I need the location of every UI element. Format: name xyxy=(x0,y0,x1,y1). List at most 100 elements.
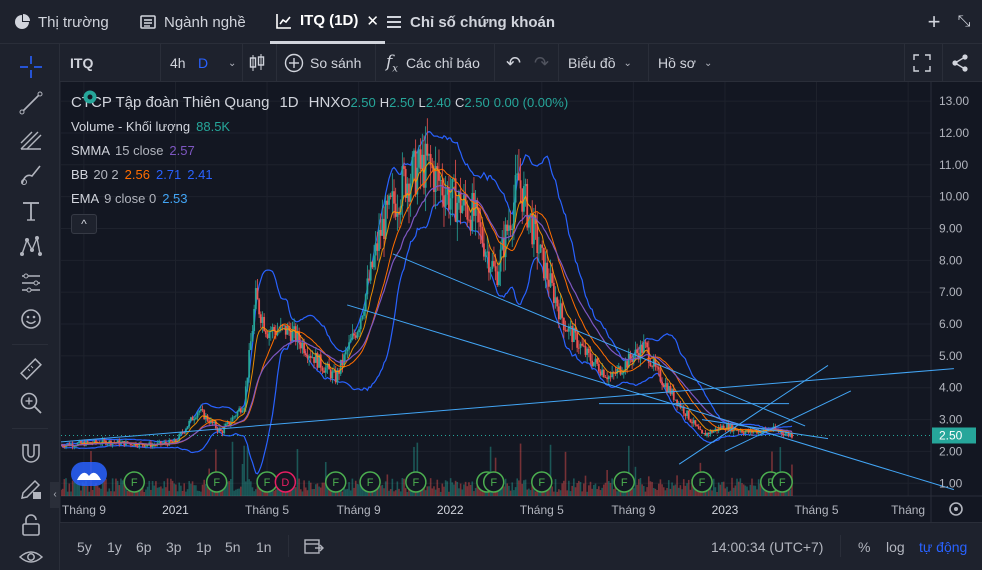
volume-bar xyxy=(657,483,660,496)
volume-bar xyxy=(304,487,307,496)
volume-bar xyxy=(719,484,722,496)
volume-bar xyxy=(243,445,245,496)
interval-dropdown[interactable]: ⌄ xyxy=(220,44,236,82)
lock-tool[interactable] xyxy=(18,512,44,538)
volume-bar xyxy=(464,481,467,496)
indicators-button[interactable]: fx Các chỉ báo xyxy=(386,44,480,82)
pitchfork-icon xyxy=(20,131,42,150)
trendline-tool[interactable] xyxy=(18,90,44,116)
volume-bar xyxy=(712,478,715,496)
auto-scale-toggle[interactable]: tự động xyxy=(919,539,967,555)
trendline xyxy=(678,365,829,465)
candle-body xyxy=(349,339,352,343)
candle-body xyxy=(188,420,191,427)
add-tab-button[interactable]: + xyxy=(924,11,944,33)
range-1d[interactable]: 1n xyxy=(256,539,272,555)
volume-bar xyxy=(529,490,532,496)
brush-tool[interactable] xyxy=(18,162,44,188)
range-6m[interactable]: 6p xyxy=(136,539,152,555)
candle-body xyxy=(131,445,134,446)
draw-mode-tool[interactable] xyxy=(18,476,44,502)
candle-body xyxy=(694,420,697,425)
tab-itq[interactable]: ITQ (1D) ✕ xyxy=(270,0,385,44)
crosshair-tool[interactable] xyxy=(18,54,44,80)
profile-dropdown[interactable]: Hồ sơ ⌄ xyxy=(658,44,712,82)
eye-icon[interactable] xyxy=(83,90,97,104)
close-tab-icon[interactable]: ✕ xyxy=(366,12,379,30)
time-tick-label: 2021 xyxy=(162,503,189,517)
candle-body xyxy=(646,342,649,348)
volume-bar xyxy=(145,489,147,496)
pitchfork-tool[interactable] xyxy=(18,126,44,152)
symbol-search[interactable]: ITQ xyxy=(70,44,93,82)
candle-body xyxy=(80,441,82,444)
chart-type-dropdown[interactable]: Biểu đồ ⌄ xyxy=(568,44,632,82)
candle-body xyxy=(231,417,234,422)
redo-button[interactable]: ↷ xyxy=(534,44,549,82)
pencil-lock-icon xyxy=(21,479,41,499)
compare-button[interactable]: So sánh xyxy=(284,44,361,82)
volume-bar xyxy=(299,489,302,496)
candle-body xyxy=(601,369,604,376)
collapse-toolbar-icon[interactable]: ‹ xyxy=(50,482,60,508)
volume-bar xyxy=(449,478,452,496)
volume-bar xyxy=(468,482,470,496)
range-3m[interactable]: 3p xyxy=(166,539,182,555)
interval-d[interactable]: D xyxy=(198,44,208,82)
volume-bar xyxy=(346,488,349,496)
volume-bar xyxy=(96,485,99,496)
volume-bar xyxy=(65,478,67,496)
tab-indices[interactable]: Chỉ số chứng khoán xyxy=(386,0,555,44)
candle-body xyxy=(602,369,605,378)
candle-body xyxy=(346,349,349,352)
candle-body xyxy=(334,370,337,383)
range-5d[interactable]: 5n xyxy=(225,539,241,555)
range-1m[interactable]: 1p xyxy=(196,539,212,555)
percent-scale-toggle[interactable]: % xyxy=(858,539,870,555)
emoji-tool[interactable] xyxy=(18,306,44,332)
volume-bar xyxy=(667,480,670,496)
tab-market[interactable]: Thị trường xyxy=(14,0,109,44)
magnet-tool[interactable] xyxy=(18,440,44,466)
clock-timezone[interactable]: 14:00:34 (UTC+7) xyxy=(711,539,823,555)
volume-bar xyxy=(245,481,247,496)
volume-bar xyxy=(88,491,91,496)
candle-body xyxy=(556,297,559,307)
candle-body xyxy=(727,423,730,431)
visibility-tool[interactable] xyxy=(18,544,44,570)
log-scale-toggle[interactable]: log xyxy=(886,539,905,555)
candle-body xyxy=(488,251,490,273)
volume-bar xyxy=(662,487,665,496)
symbol-name: CTCP Tập đoàn Thiên Quang xyxy=(71,93,270,111)
range-1y[interactable]: 1y xyxy=(107,539,122,555)
volume-bar xyxy=(186,489,189,496)
tab-sectors[interactable]: Ngành nghề xyxy=(140,0,246,44)
menu-icon xyxy=(387,16,401,28)
range-5y[interactable]: 5y xyxy=(77,539,92,555)
event-label: F xyxy=(779,477,786,489)
volume-bar xyxy=(116,480,119,496)
volume-bar xyxy=(684,485,687,496)
undo-button[interactable]: ↶ xyxy=(506,44,521,82)
prediction-tool[interactable] xyxy=(18,270,44,296)
share-button[interactable] xyxy=(950,44,970,82)
candle-body xyxy=(299,342,302,349)
volume-bar xyxy=(301,491,304,496)
volume-bar xyxy=(448,491,450,496)
fullscreen-button[interactable] xyxy=(912,44,932,82)
legend-collapse-button[interactable]: ^ xyxy=(71,214,97,234)
candle-style-button[interactable] xyxy=(248,44,266,82)
volume-bar xyxy=(603,484,605,496)
pattern-tool[interactable] xyxy=(18,234,44,260)
price-chart[interactable]: FFFDFFFFFFFFFF1.002.003.004.005.006.007.… xyxy=(61,82,982,522)
fx-subscript: x xyxy=(392,63,398,75)
zoom-tool[interactable] xyxy=(18,390,44,416)
collapse-icon[interactable]: ⤡ xyxy=(954,12,974,32)
ruler-tool[interactable] xyxy=(18,356,44,382)
text-tool[interactable] xyxy=(18,198,44,224)
candle-body xyxy=(486,251,489,253)
volume-bar xyxy=(581,491,583,496)
price-tick-label: 2.00 xyxy=(939,444,963,458)
interval-4h[interactable]: 4h xyxy=(170,44,186,82)
date-range-button[interactable] xyxy=(304,537,324,558)
